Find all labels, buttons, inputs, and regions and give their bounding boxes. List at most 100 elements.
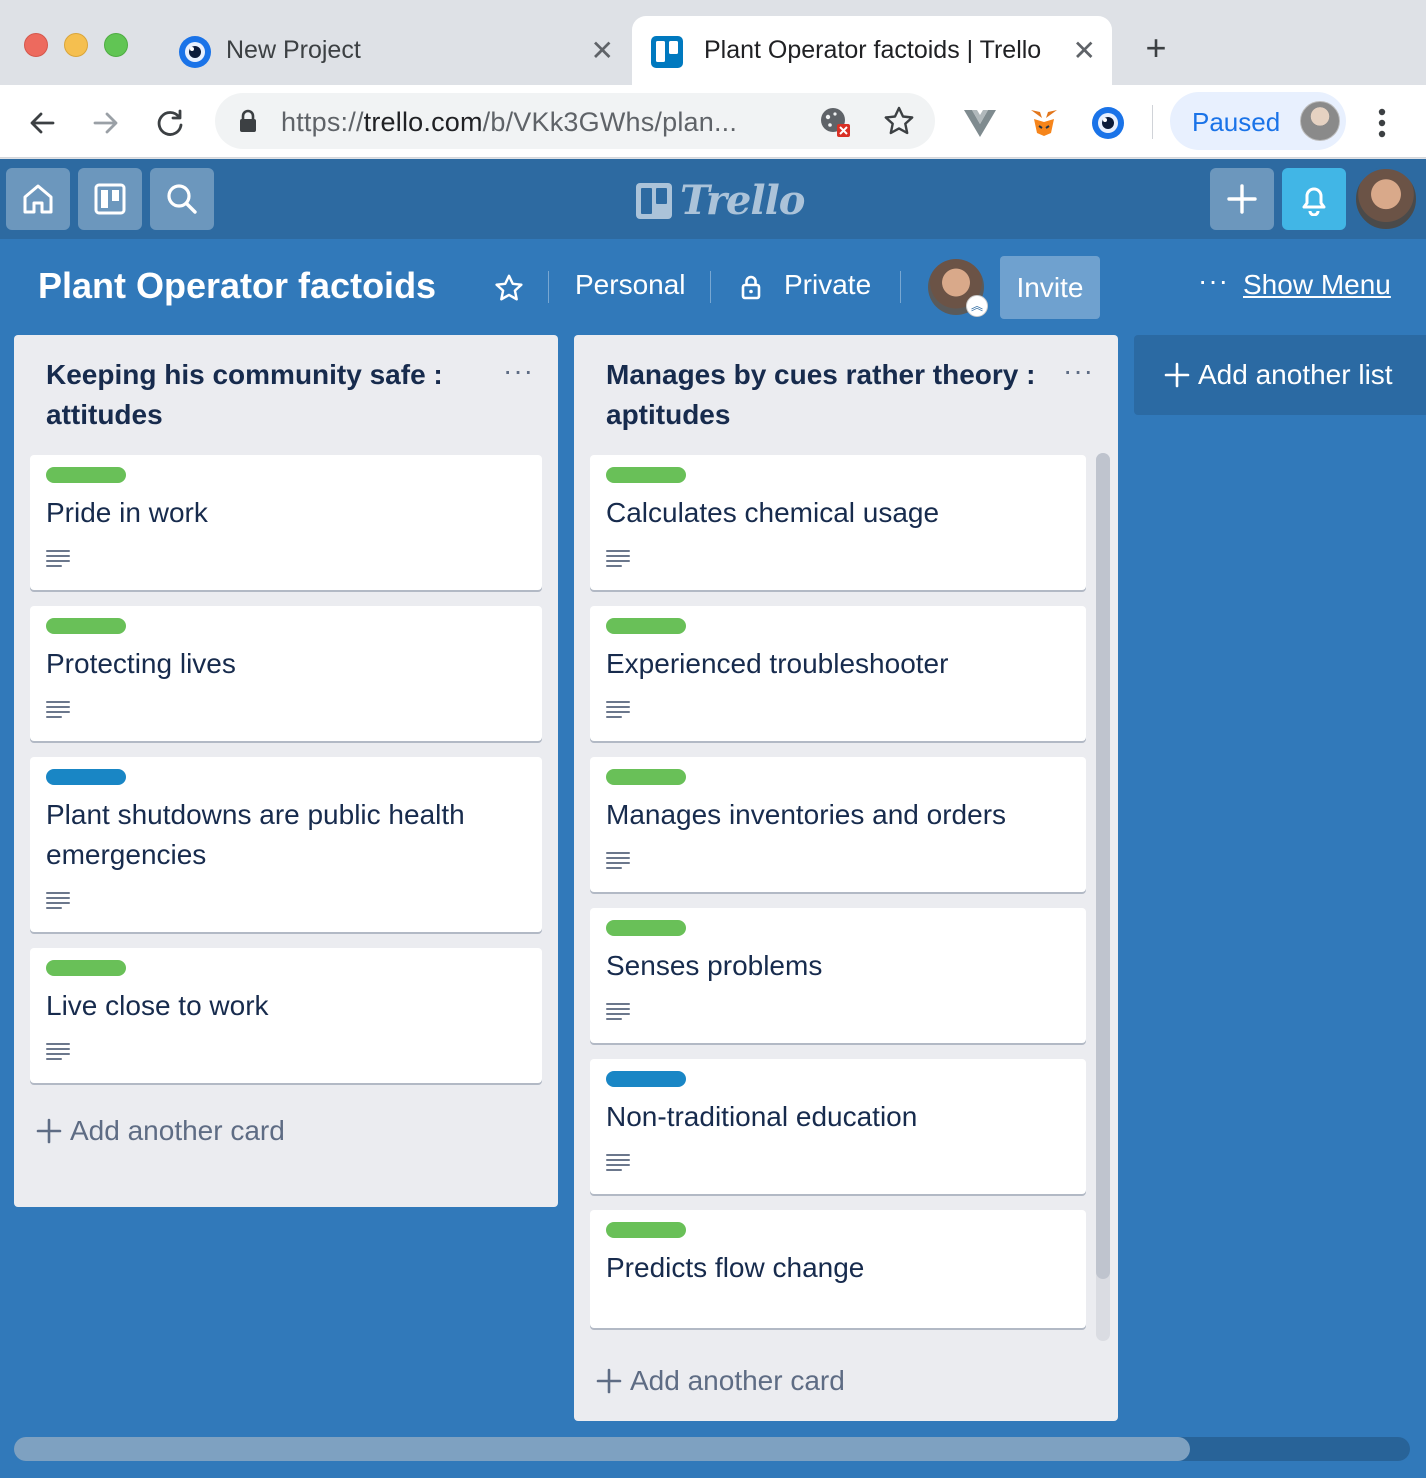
add-card-label: Add another card: [630, 1365, 845, 1396]
more-vertical-icon[interactable]: [1362, 103, 1402, 143]
profile-button[interactable]: Paused: [1170, 92, 1346, 150]
trello-header: Trello: [0, 159, 1426, 239]
description-icon: [46, 892, 70, 909]
divider: [900, 271, 901, 303]
member-avatar[interactable]: [1354, 167, 1418, 231]
card-title: Live close to work: [46, 990, 269, 1021]
reload-icon[interactable]: [150, 103, 190, 143]
visibility-button[interactable]: Private: [784, 269, 871, 301]
tab-close-icon[interactable]: ✕: [1073, 34, 1096, 68]
browser-tab-trello[interactable]: Plant Operator factoids | Trello ✕: [632, 16, 1112, 85]
search-icon: [167, 184, 197, 214]
add-card-button[interactable]: Add another card: [574, 1349, 1118, 1413]
star-icon[interactable]: [494, 273, 524, 303]
address-bar[interactable]: https://trello.com/b/VKk3GWhs/plan...: [215, 93, 935, 149]
vue-devtools-icon[interactable]: [960, 103, 1000, 143]
trello-logo[interactable]: Trello: [636, 177, 805, 224]
add-card-button[interactable]: Add another card: [14, 1099, 558, 1163]
board-title[interactable]: Plant Operator factoids: [38, 265, 436, 307]
card-title: Protecting lives: [46, 648, 236, 679]
label-green[interactable]: [46, 960, 126, 976]
metamask-fox-icon[interactable]: [1024, 103, 1064, 143]
card-title: Predicts flow change: [606, 1252, 865, 1283]
trello-logo-icon: [636, 182, 672, 219]
trello-favicon-icon: [651, 36, 683, 68]
toolbar-divider: [1152, 105, 1153, 139]
lock-icon: [240, 109, 256, 132]
trello-wordmark: Trello: [680, 177, 805, 224]
browser-tab-strip: New Project ✕ Plant Operator factoids | …: [0, 0, 1426, 85]
label-green[interactable]: [606, 467, 686, 483]
card-title: Calculates chemical usage: [606, 497, 940, 528]
description-icon: [606, 1154, 630, 1171]
show-menu-link[interactable]: Show Menu: [1243, 269, 1391, 301]
window-zoom-button[interactable]: [104, 33, 128, 57]
back-arrow-icon[interactable]: [22, 103, 62, 143]
list-title[interactable]: Manages by cues rather theory : aptitude…: [574, 335, 1118, 455]
label-green[interactable]: [606, 769, 686, 785]
lock-icon: [741, 275, 761, 300]
card-container: Calculates chemical usage Experienced tro…: [574, 455, 1118, 1349]
divider: [710, 271, 711, 303]
list-title[interactable]: Keeping his community safe : attitudes: [14, 335, 558, 455]
boards-icon: [94, 183, 126, 215]
card-title: Non-traditional education: [606, 1101, 918, 1132]
tab-title: Plant Operator factoids | Trello: [704, 36, 1042, 64]
notifications-button[interactable]: [1282, 168, 1346, 230]
card[interactable]: Non-traditional education: [590, 1059, 1086, 1194]
board-scrollbar-thumb[interactable]: [14, 1437, 1190, 1461]
card[interactable]: Predicts flow change: [590, 1210, 1086, 1328]
boards-button[interactable]: [78, 168, 142, 230]
browser-tab-new-project[interactable]: New Project ✕: [160, 16, 630, 85]
card[interactable]: Experienced troubleshooter: [590, 606, 1086, 741]
card[interactable]: Protecting lives: [30, 606, 542, 741]
list-menu-icon[interactable]: ···: [503, 355, 534, 387]
plus-icon: [1227, 184, 1257, 214]
label-green[interactable]: [606, 920, 686, 936]
card[interactable]: Live close to work: [30, 948, 542, 1083]
more-horizontal-icon[interactable]: ···: [1198, 265, 1229, 297]
description-icon: [606, 1003, 630, 1020]
home-button[interactable]: [6, 168, 70, 230]
add-list-label: Add another list: [1198, 359, 1393, 390]
forward-arrow-icon[interactable]: [86, 103, 126, 143]
board-member-avatar[interactable]: ︽: [928, 259, 988, 317]
card-title: Plant shutdowns are public health emerge…: [46, 799, 465, 870]
card[interactable]: Calculates chemical usage: [590, 455, 1086, 590]
label-green[interactable]: [46, 467, 126, 483]
tab-close-icon[interactable]: ✕: [591, 34, 614, 68]
label-blue[interactable]: [46, 769, 126, 785]
divider: [548, 271, 549, 303]
card-title: Pride in work: [46, 497, 208, 528]
url-text: https://trello.com/b/VKk3GWhs/plan...: [281, 107, 738, 137]
bell-icon: [1302, 187, 1326, 216]
search-button[interactable]: [150, 168, 214, 230]
window-minimize-button[interactable]: [64, 33, 88, 57]
window-close-button[interactable]: [24, 33, 48, 57]
tab-title: New Project: [226, 36, 361, 64]
eye-extension-icon[interactable]: [1088, 103, 1128, 143]
card[interactable]: Senses problems: [590, 908, 1086, 1043]
card[interactable]: Plant shutdowns are public health emerge…: [30, 757, 542, 932]
label-green[interactable]: [46, 618, 126, 634]
label-blue[interactable]: [606, 1071, 686, 1087]
list-scrollbar-thumb[interactable]: [1096, 453, 1110, 1279]
cookie-blocked-icon[interactable]: [819, 106, 851, 138]
card-title: Manages inventories and orders: [606, 799, 1007, 830]
card[interactable]: Manages inventories and orders: [590, 757, 1086, 892]
label-green[interactable]: [606, 1222, 686, 1238]
add-list-button[interactable]: Add another list: [1134, 335, 1426, 415]
list-menu-icon[interactable]: ···: [1063, 355, 1094, 387]
create-button[interactable]: [1210, 168, 1274, 230]
invite-button[interactable]: Invite: [1000, 256, 1100, 319]
new-tab-button[interactable]: +: [1136, 28, 1176, 68]
label-green[interactable]: [606, 618, 686, 634]
team-button[interactable]: Personal: [575, 269, 686, 301]
bookmark-star-icon[interactable]: [883, 105, 915, 137]
board-header: Plant Operator factoids Personal Private…: [0, 239, 1426, 335]
plus-icon: [36, 1118, 62, 1144]
profile-avatar: [1300, 101, 1340, 141]
card-title: Experienced troubleshooter: [606, 648, 949, 679]
card[interactable]: Pride in work: [30, 455, 542, 590]
board-canvas: Plant Operator factoids Personal Private…: [0, 239, 1426, 1478]
